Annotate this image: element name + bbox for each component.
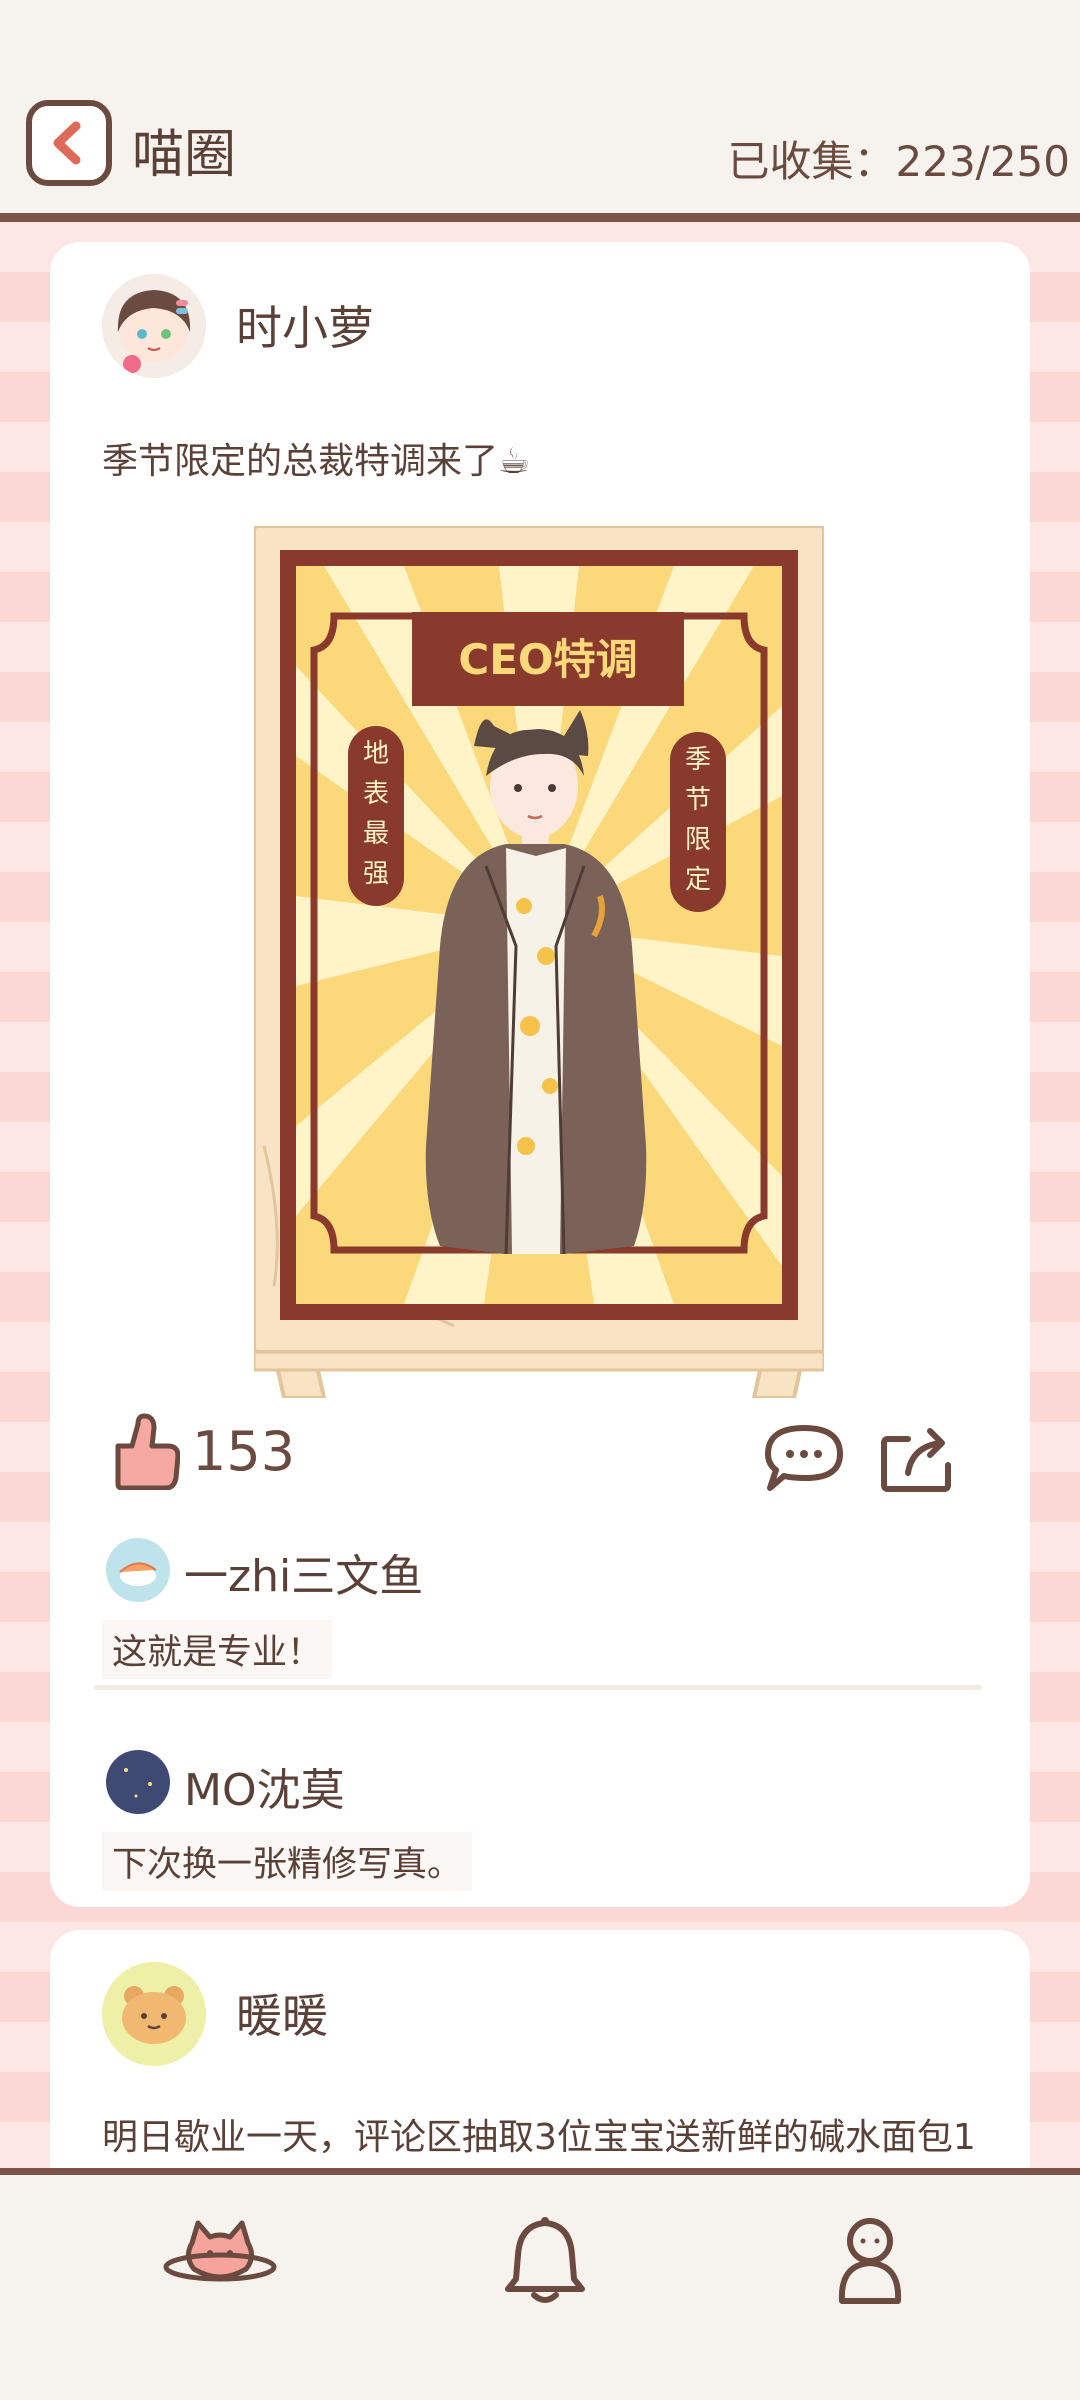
svg-text:最: 最 [363, 819, 389, 849]
tab-profile[interactable] [832, 2213, 908, 2313]
share-icon [881, 1428, 951, 1492]
starry-night-icon [124, 1768, 152, 1798]
comment-text: 这就是专业！ [102, 1620, 333, 1679]
commenter-avatar[interactable] [106, 1750, 170, 1814]
top-bar: 喵圈 已收集：223/250 [0, 0, 1080, 222]
feed[interactable]: 时小萝 季节限定的总裁特调来了☕ CEO特调 地 表 最 强 季 节 限 定 1… [0, 222, 1080, 2168]
commenter-avatar[interactable] [106, 1538, 170, 1602]
commenter-name[interactable]: MO沈莫 [184, 1754, 345, 1818]
svg-text:地: 地 [363, 739, 389, 769]
comment-text: 下次换一张精修写真。 [102, 1832, 473, 1891]
thumbs-up-icon [115, 1413, 180, 1490]
collection-progress: 已收集：223/250 [727, 137, 1070, 186]
svg-text:定: 定 [685, 865, 711, 895]
salmon-sushi-icon [119, 1562, 157, 1586]
chevron-left-icon [53, 121, 81, 165]
poster-banner-text: CEO特调 [458, 635, 637, 684]
comment-button[interactable] [762, 1422, 846, 1498]
post-card: 时小萝 季节限定的总裁特调来了☕ CEO特调 地 表 最 强 季 节 限 定 1… [50, 242, 1030, 1907]
tab-cat-planet[interactable] [162, 2213, 278, 2297]
speech-bubble-icon [765, 1425, 843, 1491]
page-title: 喵圈 [132, 125, 237, 185]
post-card: 暖暖 明日歇业一天，评论区抽取3位宝宝送新鲜的碱水面包1 [50, 1930, 1030, 2168]
post-text: 季节限定的总裁特调来了☕ [102, 441, 531, 482]
back-button[interactable] [26, 100, 112, 186]
author-name[interactable]: 暖暖 [236, 1980, 328, 2046]
commenter-name[interactable]: 一zhi三文鱼 [184, 1540, 423, 1604]
svg-text:节: 节 [685, 785, 711, 815]
svg-text:季: 季 [685, 745, 711, 775]
author-name[interactable]: 时小萝 [236, 292, 374, 358]
post-text: 明日歇业一天，评论区抽取3位宝宝送新鲜的碱水面包1 [102, 2117, 976, 2158]
bell-icon [505, 2217, 585, 2303]
post-image[interactable]: CEO特调 地 表 最 强 季 节 限 定 [254, 526, 824, 1398]
bottom-tab-bar [0, 2168, 1080, 2400]
share-button[interactable] [878, 1417, 956, 1499]
author-avatar[interactable] [102, 274, 206, 378]
tab-notifications[interactable] [500, 2213, 590, 2313]
like-button[interactable]: 153 [110, 1412, 295, 1490]
profile-icon [838, 2218, 902, 2304]
girl-avatar-icon [102, 274, 206, 378]
svg-text:表: 表 [363, 779, 389, 809]
svg-text:限: 限 [685, 825, 711, 855]
like-count: 153 [192, 1419, 296, 1483]
bear-avatar-icon [102, 1962, 206, 2066]
author-avatar[interactable] [102, 1962, 206, 2066]
svg-text:强: 强 [363, 859, 389, 889]
planet-cat-icon [163, 2220, 277, 2282]
comment-divider [94, 1685, 982, 1690]
